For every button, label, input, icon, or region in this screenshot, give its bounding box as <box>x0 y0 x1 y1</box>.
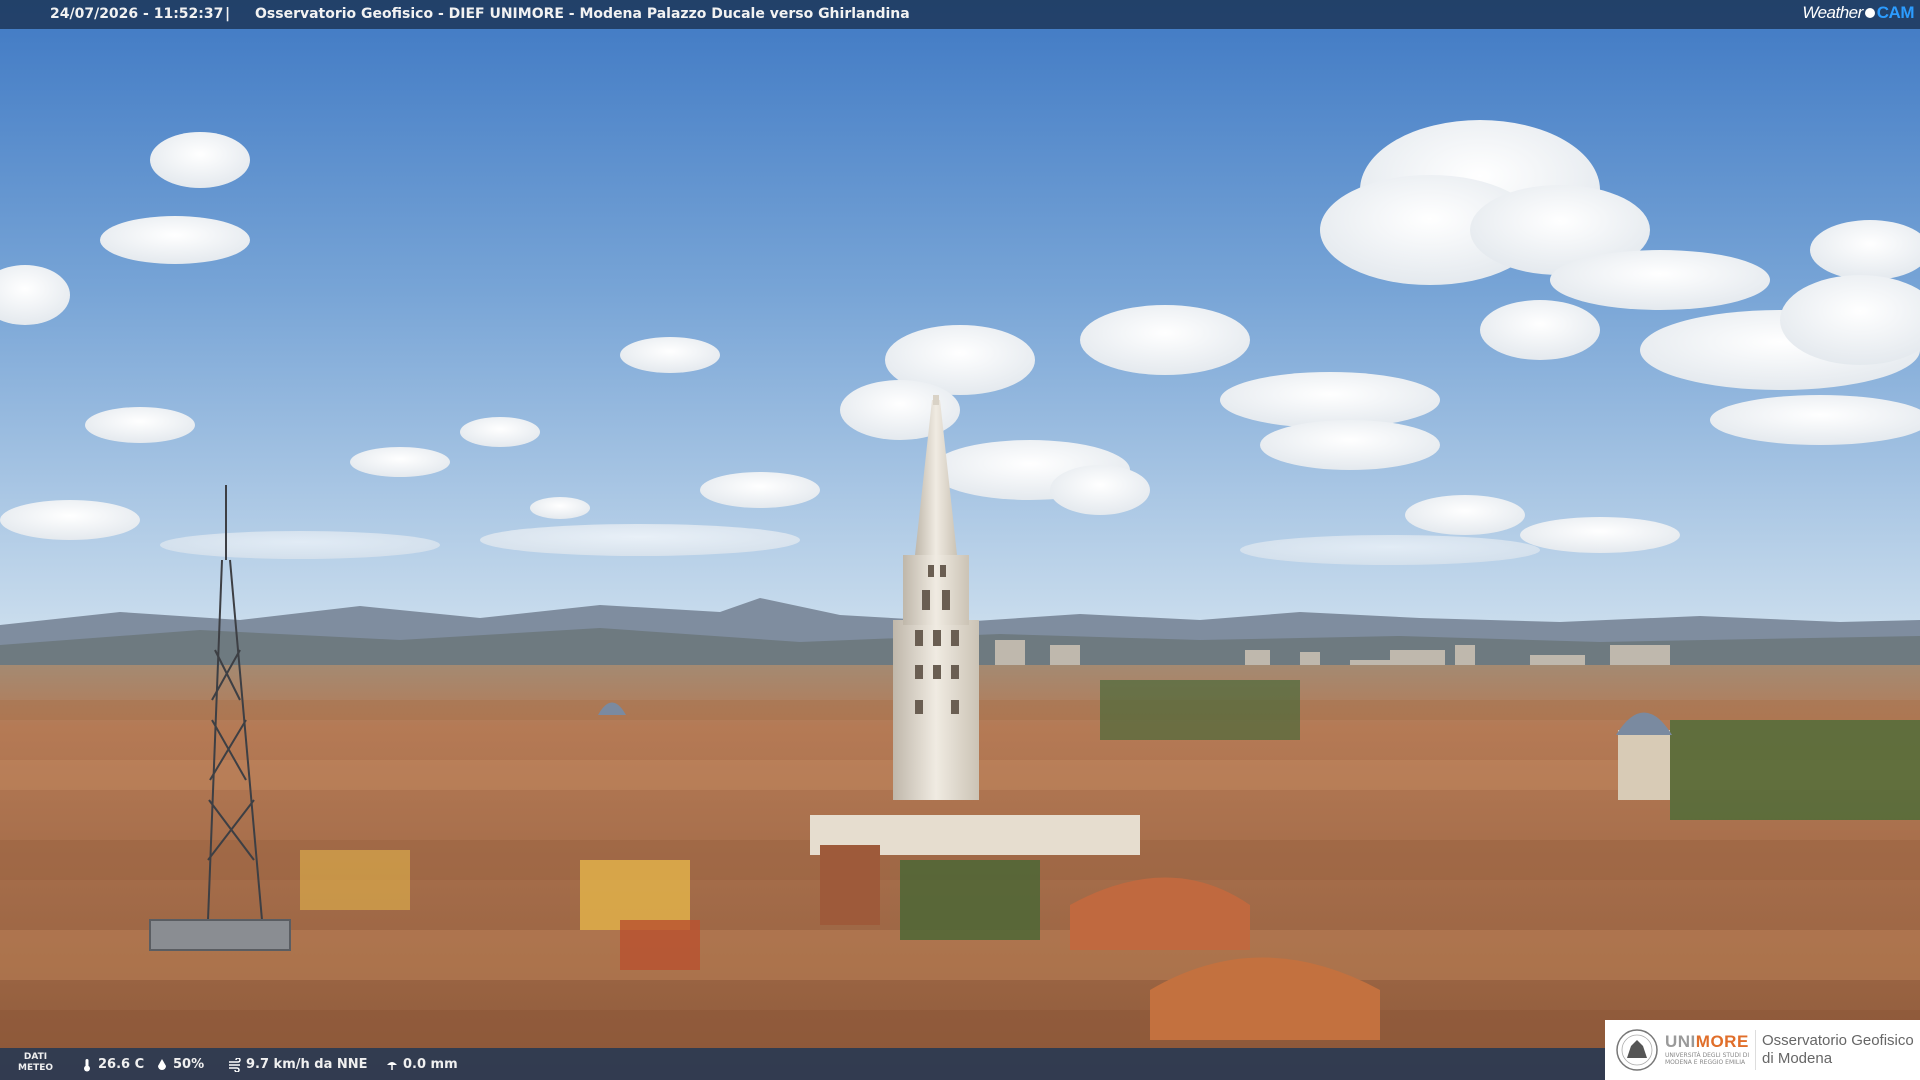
rain-value: 0.0 mm <box>403 1057 458 1072</box>
dome <box>1616 712 1672 800</box>
wind-reading: 9.7 km/h da NNE <box>228 1057 368 1072</box>
unimore-subtitle: UNIVERSITÀ DEGLI STUDI DI MODENA E REGGI… <box>1665 1052 1750 1066</box>
logo-divider <box>1755 1030 1756 1070</box>
observatory-line2: di Modena <box>1762 1050 1833 1067</box>
weather-data-bar: DATI METEO 26.6 C 50% 9.7 km/h da NNE 0.… <box>0 1048 1605 1080</box>
camera-title: Osservatorio Geofisico - DIEF UNIMORE - … <box>255 6 910 22</box>
wind-icon <box>229 1057 241 1072</box>
more-text: MORE <box>1695 1032 1749 1051</box>
temperature-reading: 26.6 C <box>80 1057 144 1072</box>
logo-dot-icon <box>1864 8 1875 18</box>
humidity-drop-icon <box>158 1058 166 1070</box>
observatory-line1: Osservatorio Geofisico <box>1762 1032 1914 1049</box>
unimore-wordmark: UNIMORE <box>1665 1032 1749 1052</box>
unimore-logo-box: UNIMORE UNIVERSITÀ DEGLI STUDI DI MODENA… <box>1605 1020 1920 1080</box>
humidity-value: 50% <box>173 1057 205 1072</box>
thermometer-icon <box>84 1058 90 1071</box>
wind-value: 9.7 km/h da NNE <box>246 1057 368 1072</box>
timestamp: 24/07/2026 - 11:52:37 <box>50 6 224 22</box>
weather-label: DATI METEO <box>18 1052 53 1074</box>
weather-label-line2: METEO <box>18 1063 54 1073</box>
observatory-name: Osservatorio Geofisico di Modena <box>1762 1032 1914 1068</box>
weather-label-line1: DATI <box>23 1052 48 1062</box>
university-seal-icon <box>1616 1029 1658 1071</box>
uni-text: UNI <box>1665 1032 1696 1051</box>
humidity-reading: 50% <box>155 1057 204 1072</box>
rain-reading: 0.0 mm <box>385 1057 458 1072</box>
header-separator: | <box>225 6 231 22</box>
header-bar: 24/07/2026 - 11:52:37 | Osservatorio Geo… <box>0 0 1920 29</box>
rain-gauge-icon <box>387 1061 397 1070</box>
weathercam-logo: Weather CAM <box>1802 3 1914 23</box>
webcam-scene <box>0 0 1920 1080</box>
logo-cam-text: CAM <box>1876 3 1915 22</box>
temperature-value: 26.6 C <box>98 1057 145 1072</box>
logo-weather-text: Weather <box>1802 3 1863 22</box>
